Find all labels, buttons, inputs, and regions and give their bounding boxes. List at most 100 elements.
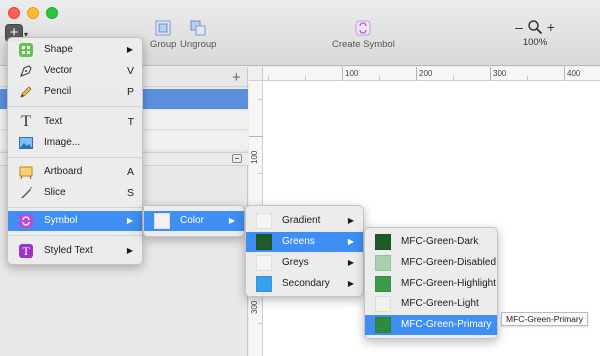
- menu-item-pencil[interactable]: Pencil P: [8, 82, 142, 102]
- group-label: Group: [150, 39, 177, 50]
- menu-item-label: Greys: [282, 257, 309, 268]
- zoom-level: 100%: [522, 37, 548, 48]
- menu-item-mfc-green-dark[interactable]: MFC-Green-Dark: [365, 232, 497, 252]
- menu-shortcut: A: [126, 166, 134, 178]
- submenu-arrow-icon: ▶: [347, 279, 354, 288]
- menu-item-symbol[interactable]: Symbol ▶: [8, 211, 142, 231]
- color-swatch: [375, 255, 391, 271]
- menu-item-label: MFC-Green-Highlight: [401, 278, 497, 289]
- menu-item-secondary[interactable]: Secondary ▶: [246, 274, 363, 294]
- submenu-arrow-icon: ▶: [126, 216, 133, 225]
- menu-item-label: Shape: [44, 44, 73, 55]
- slice-icon: [19, 186, 33, 200]
- ruler-label: 100: [345, 69, 359, 78]
- menu-item-image[interactable]: Image...: [8, 133, 142, 153]
- color-swatch: [256, 213, 272, 229]
- menu-separator: [8, 106, 142, 107]
- group-icon: [155, 20, 171, 36]
- ruler-label: 300: [493, 69, 507, 78]
- ruler-label: 400: [567, 69, 581, 78]
- menu-item-greens[interactable]: Greens ▶: [246, 232, 363, 252]
- menu-item-label: Gradient: [282, 215, 321, 226]
- symbol-icon: [19, 214, 33, 228]
- menu-item-gradient[interactable]: Gradient ▶: [246, 211, 363, 231]
- image-icon: [19, 136, 33, 150]
- ruler-corner: [249, 67, 263, 81]
- menu-shortcut: P: [126, 86, 134, 98]
- ungroup-button[interactable]: Ungroup: [180, 20, 216, 50]
- color-swatch: [375, 296, 391, 312]
- zoom-out-button[interactable]: –: [515, 19, 523, 35]
- pencil-icon: [19, 85, 33, 99]
- menu-separator: [8, 207, 142, 208]
- collapse-icon[interactable]: [232, 154, 242, 163]
- menu-item-mfc-green-primary[interactable]: MFC-Green-Primary: [365, 315, 497, 335]
- menu-item-label: Styled Text: [44, 245, 93, 256]
- artboard-icon: [19, 165, 33, 180]
- color-swatch: [256, 234, 272, 250]
- menu-item-artboard[interactable]: Artboard A: [8, 162, 142, 182]
- menu-item-label: Slice: [44, 187, 66, 198]
- menu-shortcut: T: [127, 116, 134, 128]
- ruler-label: 200: [419, 69, 433, 78]
- ruler-tick: [564, 67, 565, 81]
- zoom-window-button[interactable]: [46, 7, 58, 19]
- insert-menu: Shape ▶ Vector V Pencil P T Text T Image…: [7, 37, 143, 265]
- color-swatch: [256, 276, 272, 292]
- shape-icon: [19, 43, 33, 57]
- color-swatch: [256, 255, 272, 271]
- menu-item-label: MFC-Green-Light: [401, 298, 479, 309]
- color-swatch: [375, 317, 391, 333]
- symbol-submenu: Color ▶: [143, 205, 245, 237]
- magnifier-icon: [528, 20, 542, 35]
- zoom-control: – + 100%: [505, 18, 565, 48]
- menu-item-styled-text[interactable]: T Styled Text ▶: [8, 241, 142, 261]
- minimize-window-button[interactable]: [27, 7, 39, 19]
- color-submenu: Gradient ▶ Greens ▶ Greys ▶ Secondary ▶: [245, 205, 364, 297]
- menu-item-mfc-green-light[interactable]: MFC-Green-Light: [365, 294, 497, 314]
- menu-separator: [8, 235, 142, 236]
- add-page-button[interactable]: +: [232, 69, 241, 86]
- menu-shortcut: S: [126, 187, 134, 199]
- menu-item-mfc-green-disabled[interactable]: MFC-Green-Disabled: [365, 253, 497, 273]
- menu-item-label: MFC-Green-Disabled: [401, 257, 497, 268]
- menu-item-label: Secondary: [282, 278, 330, 289]
- menu-item-color[interactable]: Color ▶: [144, 211, 244, 231]
- submenu-arrow-icon: ▶: [126, 246, 133, 255]
- menu-separator: [8, 157, 142, 158]
- ruler-tick: [416, 67, 417, 81]
- ungroup-icon: [190, 20, 206, 36]
- menu-item-label: Greens: [282, 236, 315, 247]
- styled-text-icon: T: [19, 244, 33, 258]
- menu-item-vector[interactable]: Vector V: [8, 61, 142, 81]
- ungroup-label: Ungroup: [180, 39, 217, 50]
- color-swatch: [375, 234, 391, 250]
- submenu-arrow-icon: ▶: [347, 258, 354, 267]
- submenu-arrow-icon: ▶: [347, 216, 354, 225]
- submenu-arrow-icon: ▶: [347, 237, 354, 246]
- menu-item-text[interactable]: T Text T: [8, 112, 142, 132]
- menu-shortcut: V: [126, 65, 134, 77]
- menu-item-label: MFC-Green-Primary: [401, 319, 492, 330]
- greens-submenu: MFC-Green-Dark MFC-Green-Disabled MFC-Gr…: [364, 227, 498, 339]
- tooltip: MFC-Green-Primary: [501, 312, 588, 326]
- zoom-in-button[interactable]: +: [547, 19, 555, 35]
- create-symbol-label: Create Symbol: [332, 39, 395, 50]
- submenu-arrow-icon: ▶: [228, 216, 235, 225]
- ruler-tick: [342, 67, 343, 81]
- close-window-button[interactable]: [8, 7, 20, 19]
- menu-item-label: Text: [44, 116, 63, 127]
- create-symbol-button[interactable]: Create Symbol: [332, 20, 395, 50]
- submenu-arrow-icon: ▶: [126, 45, 133, 54]
- menu-item-shape[interactable]: Shape ▶: [8, 40, 142, 60]
- menu-item-label: Pencil: [44, 86, 72, 97]
- ruler-label: 100: [250, 150, 259, 164]
- menu-item-mfc-green-highlight[interactable]: MFC-Green-Highlight: [365, 274, 497, 294]
- group-button[interactable]: Group: [150, 20, 176, 50]
- vector-pen-icon: [19, 64, 33, 78]
- ruler-tick: [490, 67, 491, 81]
- menu-item-label: Color: [180, 215, 204, 226]
- horizontal-ruler[interactable]: 100 200 300 400: [263, 67, 600, 81]
- menu-item-greys[interactable]: Greys ▶: [246, 253, 363, 273]
- menu-item-slice[interactable]: Slice S: [8, 183, 142, 203]
